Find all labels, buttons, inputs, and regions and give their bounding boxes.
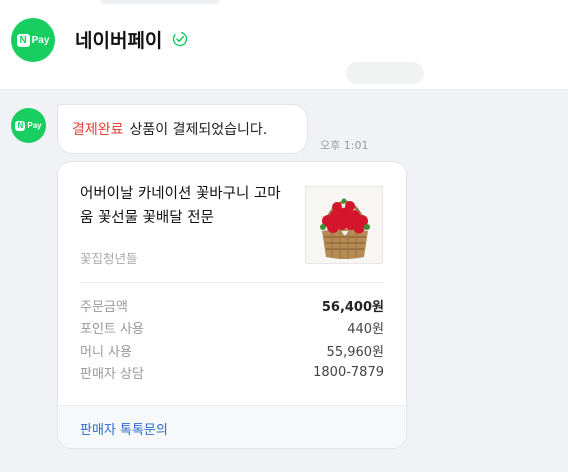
pay-logo-text: Pay (27, 121, 42, 130)
pay-logo-text: Pay (31, 34, 50, 46)
detail-label: 주문금액 (80, 299, 128, 315)
detail-value: 56,400원 (321, 299, 384, 315)
channel-title: 네이버페이 (75, 30, 163, 52)
detail-label: 포인트 사용 (80, 322, 144, 338)
naver-pay-avatar[interactable]: N Pay (11, 18, 55, 62)
detail-label: 판매자 상담 (80, 367, 144, 383)
scrolled-content-fragment (100, 0, 220, 4)
order-summary-card: 어버이날 카네이션 꽃바구니 고마움 꽃선물 꽃배달 전문 꽃집청년들 주문금액… (57, 161, 407, 449)
product-thumbnail[interactable] (305, 186, 383, 264)
detail-value: 55,960원 (326, 344, 384, 360)
message-text: 상품이 결제되었습니다. (129, 122, 268, 138)
product-name[interactable]: 어버이날 카네이션 꽃바구니 고마움 꽃선물 꽃배달 전문 (80, 182, 290, 230)
verified-check-icon (172, 31, 188, 47)
n-logo-icon: N (15, 120, 26, 131)
sender-avatar[interactable]: N Pay (11, 108, 46, 143)
detail-label: 머니 사용 (80, 344, 132, 360)
naver-pay-logo: N Pay (15, 120, 42, 131)
detail-row-order-amount: 주문금액 56,400원 (80, 294, 384, 317)
seller-name: 꽃집청년들 (80, 251, 138, 266)
order-details-list: 주문금액 56,400원 포인트 사용 440원 머니 사용 55,960원 판… (80, 294, 384, 384)
detail-row-points-used: 포인트 사용 440원 (80, 317, 384, 340)
scrolled-content-fragment (346, 62, 424, 84)
chat-header: N Pay 네이버페이 (0, 0, 568, 90)
message-bubble: 결제완료 상품이 결제되었습니다. (57, 104, 308, 154)
detail-row-money-used: 머니 사용 55,960원 (80, 339, 384, 362)
naver-pay-logo: N Pay (16, 33, 50, 47)
card-divider (80, 282, 384, 283)
payment-status-label: 결제완료 (72, 122, 124, 138)
detail-value[interactable]: 1800-7879 (313, 365, 384, 380)
message-timestamp: 오후 1:01 (320, 139, 369, 152)
detail-row-seller-contact: 판매자 상담 1800-7879 (80, 362, 384, 385)
detail-value: 440원 (347, 322, 384, 338)
seller-talk-inquiry-link[interactable]: 판매자 톡톡문의 (58, 405, 406, 448)
n-logo-icon: N (16, 33, 30, 47)
flower-basket-image (306, 187, 382, 263)
